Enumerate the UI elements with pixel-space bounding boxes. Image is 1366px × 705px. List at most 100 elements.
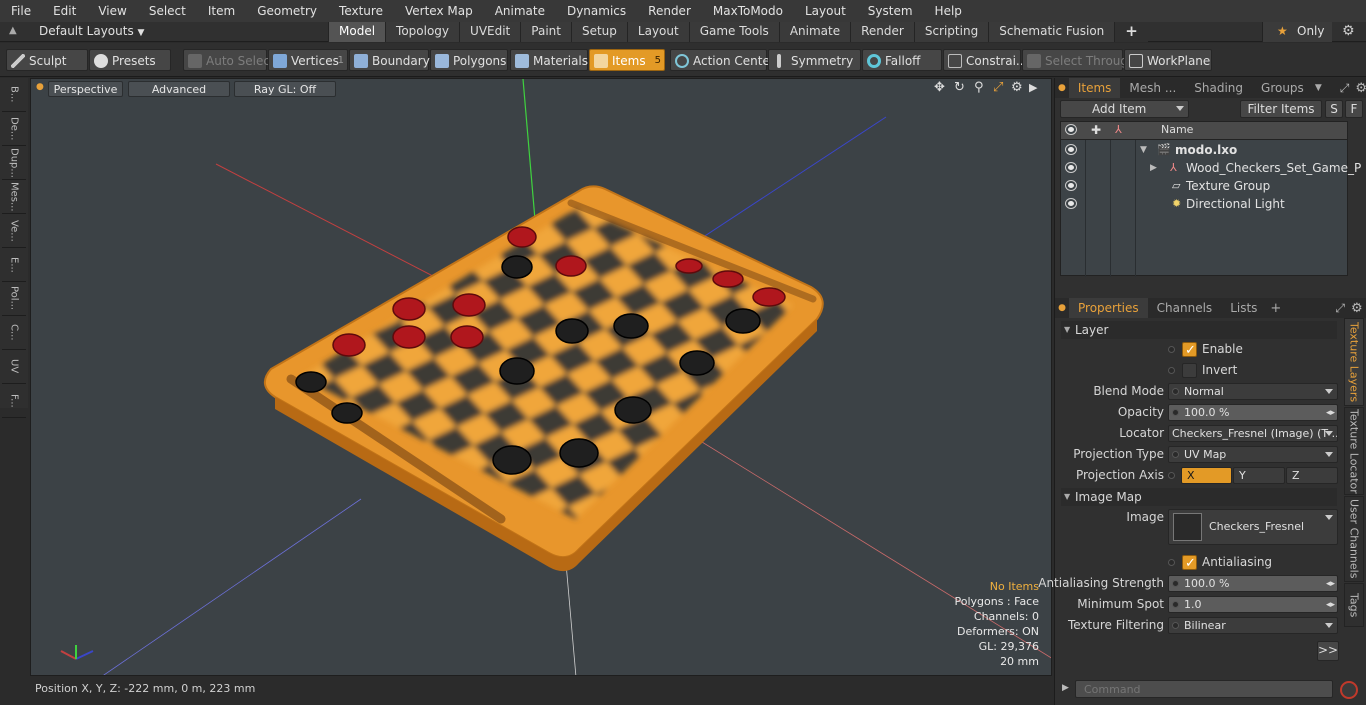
zoom-view-icon[interactable]: ⚲	[974, 80, 984, 95]
item-list[interactable]: ✚ ⅄ Name ▼ 🎬 modo.lxo ▶ ⅄ Wood_Checkers_…	[1060, 121, 1366, 277]
tab-groups[interactable]: Groups	[1252, 78, 1313, 98]
list-item-mesh[interactable]: ▶ ⅄ Wood_Checkers_Set_Game_P ...	[1061, 159, 1366, 177]
menu-layout[interactable]: Layout	[794, 0, 857, 22]
tab-tags[interactable]: Tags	[1344, 583, 1364, 627]
axis-y-button[interactable]: Y	[1233, 467, 1285, 484]
visibility-header-icon[interactable]	[1066, 125, 1076, 134]
axis-z-button[interactable]: Z	[1286, 467, 1338, 484]
min-spot-field[interactable]: 1.0 ◂▸	[1168, 596, 1338, 613]
3d-viewport[interactable]: ● Perspective Advanced Ray GL: Off ✥ ↻ ⚲…	[30, 78, 1052, 676]
menu-render[interactable]: Render	[637, 0, 702, 22]
menu-view[interactable]: View	[87, 0, 137, 22]
add-tab-icon[interactable]: +	[1270, 301, 1281, 316]
slider-arrows-icon[interactable]: ◂▸	[1326, 405, 1335, 420]
auto-select-button[interactable]: Auto Select	[183, 49, 275, 71]
channel-dot[interactable]	[1168, 559, 1175, 566]
tab-properties[interactable]: Properties	[1069, 298, 1148, 318]
scene-render[interactable]	[31, 79, 1052, 676]
menu-maxtomodo[interactable]: MaxToModo	[702, 0, 794, 22]
left-tab-edge[interactable]: E...	[2, 248, 26, 282]
menu-vertex-map[interactable]: Vertex Map	[394, 0, 484, 22]
invert-checkbox[interactable]	[1182, 363, 1197, 378]
rotate-view-icon[interactable]: ↻	[954, 80, 965, 95]
left-tab-vertex[interactable]: Ve...	[2, 214, 26, 248]
perspective-dropdown[interactable]: Perspective	[48, 81, 123, 97]
s-button[interactable]: S	[1325, 100, 1343, 118]
menu-item[interactable]: Item	[197, 0, 246, 22]
panel-menu-dot-icon[interactable]: ●	[1055, 303, 1069, 313]
viewport-gear-icon[interactable]: ⚙	[1011, 80, 1023, 95]
panel-gear-icon[interactable]: ⚙	[1351, 301, 1363, 316]
panel-maximize-icon[interactable]: ⤢	[1340, 81, 1350, 96]
list-item-directional-light[interactable]: ✹ Directional Light	[1061, 195, 1347, 213]
menu-dynamics[interactable]: Dynamics	[556, 0, 637, 22]
layer-section[interactable]: ▼ Layer	[1061, 321, 1337, 339]
tab-setup[interactable]: Setup	[570, 22, 627, 42]
add-tab-icon[interactable]: +	[1114, 22, 1148, 42]
raygl-dropdown[interactable]: Ray GL: Off	[234, 81, 336, 97]
viewport-expand-icon[interactable]: ▶	[1029, 81, 1037, 94]
aa-strength-field[interactable]: 100.0 % ◂▸	[1168, 575, 1338, 592]
falloff-button[interactable]: Falloff	[862, 49, 942, 71]
panel-menu-dot-icon[interactable]: ●	[1055, 83, 1069, 93]
slider-arrows-icon[interactable]: ◂▸	[1326, 576, 1335, 591]
enable-checkbox[interactable]: ✓	[1182, 342, 1197, 358]
axis-x-button[interactable]: X	[1181, 467, 1232, 484]
menu-geometry[interactable]: Geometry	[246, 0, 328, 22]
left-tab-deform[interactable]: De...	[2, 112, 26, 146]
locator-select[interactable]: Checkers_Fresnel (Image) (T ...	[1168, 425, 1338, 442]
tab-schematic-fusion[interactable]: Schematic Fusion	[988, 22, 1115, 42]
constraints-button[interactable]: Constrai...	[943, 49, 1027, 71]
collapse-arrow-icon[interactable]: ▼	[1140, 141, 1147, 159]
tab-game-tools[interactable]: Game Tools	[688, 22, 779, 42]
tab-texture-layers[interactable]: Texture Layers	[1344, 318, 1364, 406]
texture-filtering-select[interactable]: Bilinear	[1168, 617, 1338, 634]
tab-mesh[interactable]: Mesh ...	[1120, 78, 1185, 98]
polygons-button[interactable]: Polygons	[430, 49, 508, 71]
boundary-button[interactable]: Boundary	[349, 49, 430, 71]
tab-layout[interactable]: Layout	[626, 22, 689, 42]
menu-edit[interactable]: Edit	[42, 0, 87, 22]
only-toggle[interactable]: ★ Only	[1262, 22, 1332, 42]
tab-user-channels[interactable]: User Channels	[1344, 496, 1364, 582]
left-tab-polygon[interactable]: Pol...	[2, 282, 26, 316]
image-map-section[interactable]: ▼ Image Map	[1061, 488, 1337, 506]
move-view-icon[interactable]: ✥	[934, 80, 945, 95]
left-tab-fusion[interactable]: F...	[2, 384, 26, 418]
panel-maximize-icon[interactable]: ⤢	[1335, 301, 1345, 316]
list-item-scene[interactable]: ▼ 🎬 modo.lxo	[1061, 141, 1347, 159]
tab-uvedit[interactable]: UVEdit	[459, 22, 521, 42]
name-header[interactable]: Name	[1161, 123, 1193, 136]
left-tab-uv[interactable]: UV	[2, 350, 26, 384]
record-icon[interactable]	[1340, 681, 1358, 699]
maximize-view-icon[interactable]: ⤢	[993, 80, 1003, 95]
antialiasing-checkbox[interactable]: ✓	[1182, 555, 1197, 571]
command-expand-icon[interactable]: ▶	[1062, 683, 1069, 693]
tab-model[interactable]: Model	[328, 22, 386, 42]
visibility-eye-icon[interactable]	[1066, 145, 1076, 154]
menu-select[interactable]: Select	[138, 0, 197, 22]
menu-help[interactable]: Help	[924, 0, 973, 22]
gear-icon[interactable]: ⚙	[1342, 23, 1355, 39]
lock-header-icon[interactable]: ✚	[1091, 123, 1101, 137]
menu-file[interactable]: File	[0, 0, 42, 22]
visibility-eye-icon[interactable]	[1066, 199, 1076, 208]
type-header-icon[interactable]: ⅄	[1115, 123, 1122, 136]
channel-dot[interactable]	[1168, 346, 1175, 353]
channel-dot[interactable]	[1168, 472, 1175, 479]
sculpt-button[interactable]: Sculpt	[6, 49, 88, 71]
action-center-button[interactable]: Action Center	[670, 49, 775, 71]
slider-arrows-icon[interactable]: ◂▸	[1326, 597, 1335, 612]
presets-button[interactable]: Presets	[89, 49, 171, 71]
visibility-eye-icon[interactable]	[1066, 181, 1076, 190]
vertices-button[interactable]: Vertices 1	[268, 49, 348, 71]
select-through-button[interactable]: Select Through	[1022, 49, 1136, 71]
opacity-field[interactable]: 100.0 % ◂▸	[1168, 404, 1338, 421]
tab-texture-locator[interactable]: Texture Locator	[1344, 407, 1364, 495]
menu-texture[interactable]: Texture	[328, 0, 394, 22]
more-button[interactable]: >>	[1317, 641, 1339, 661]
left-tab-duplicate[interactable]: Dup...	[2, 146, 26, 180]
tab-render[interactable]: Render	[850, 22, 914, 42]
tab-channels[interactable]: Channels	[1148, 298, 1222, 318]
tab-animate[interactable]: Animate	[778, 22, 851, 42]
